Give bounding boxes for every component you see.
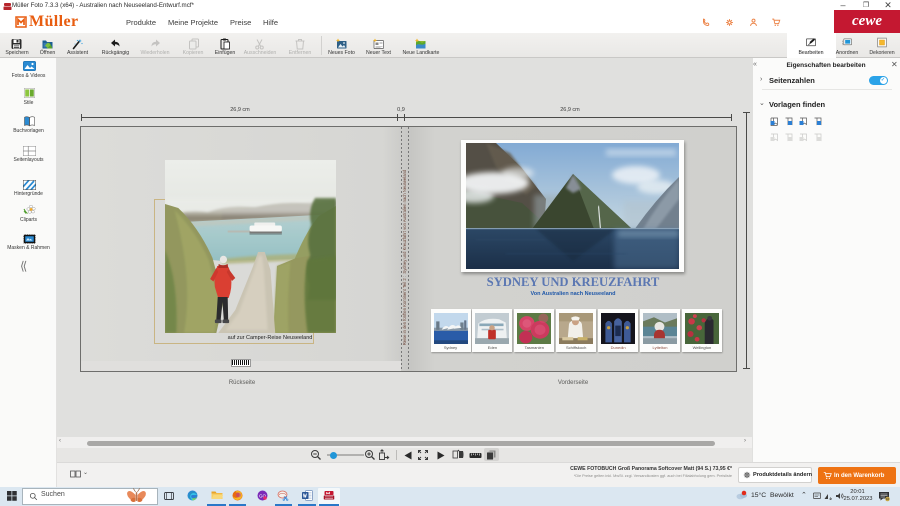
svg-text:10: 10 bbox=[886, 497, 890, 501]
